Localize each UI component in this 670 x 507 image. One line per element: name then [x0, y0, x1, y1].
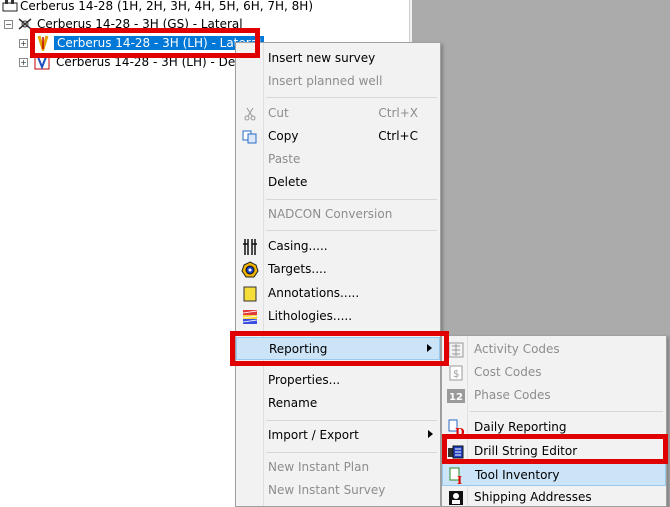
tree-root-node[interactable]: Cerberus 14-28 (1H, 2H, 3H, 4H, 5H, 6H, …	[2, 0, 313, 15]
tree-sibling-node[interactable]: + Cerberus 14-28 - 3H (LH) - Design	[19, 53, 260, 71]
tree-root-label: Cerberus 14-28 (1H, 2H, 3H, 4H, 5H, 6H, …	[20, 0, 314, 13]
tree-selected-label: Cerberus 14-28 - 3H (LH) - Lateral	[54, 36, 265, 50]
menu-new-instant-survey[interactable]: New Instant Survey	[236, 479, 440, 502]
tree-child-label: Cerberus 14-28 - 3H (GS) - Lateral	[37, 17, 243, 31]
svg-text:I: I	[457, 474, 462, 485]
drill-string-icon	[447, 443, 465, 461]
menu-casing[interactable]: Casing.....	[236, 235, 440, 258]
menu-properties[interactable]: Properties...	[236, 369, 440, 392]
menu-paste[interactable]: Paste	[236, 148, 440, 171]
reporting-submenu: Activity Codes $ Cost Codes 12 Phase Cod…	[441, 335, 667, 507]
menu-separator	[266, 230, 437, 231]
shipping-icon	[447, 489, 465, 507]
submenu-arrow-icon	[427, 344, 432, 352]
tree-sibling-label: Cerberus 14-28 - 3H (LH) - Design	[56, 55, 261, 69]
menu-nadcon-conversion[interactable]: NADCON Conversion	[236, 203, 440, 226]
tree-selected-node[interactable]: + Cerberus 14-28 - 3H (LH) - Lateral	[19, 34, 265, 52]
phase-codes-icon: 12	[447, 387, 465, 405]
menu-separator	[266, 333, 437, 334]
submenu-shipping-addresses[interactable]: Shipping Addresses	[442, 486, 666, 507]
menu-targets[interactable]: Targets....	[236, 258, 440, 281]
context-menu: Insert new survey Insert planned well Cu…	[235, 42, 441, 507]
target-icon	[241, 261, 259, 279]
menu-copy[interactable]: Copy Ctrl+C	[236, 125, 440, 148]
expand-icon[interactable]: +	[19, 57, 28, 67]
scissors-icon	[241, 105, 259, 123]
submenu-drill-string-editor[interactable]: Drill String Editor	[442, 440, 666, 463]
submenu-cost-codes[interactable]: $ Cost Codes	[442, 361, 666, 384]
tool-inventory-icon: I	[448, 467, 466, 485]
lateral-well-icon	[18, 18, 32, 30]
menu-lithologies[interactable]: Lithologies.....	[236, 305, 440, 328]
copy-icon	[241, 128, 259, 146]
menu-insert-planned-well[interactable]: Insert planned well	[236, 70, 440, 93]
menu-rename[interactable]: Rename	[236, 392, 440, 415]
tree-child-node[interactable]: − Cerberus 14-28 - 3H (GS) - Lateral	[4, 15, 243, 33]
submenu-arrow-icon	[428, 430, 433, 438]
well-group-icon	[2, 0, 18, 12]
menu-import-export[interactable]: Import / Export	[236, 424, 440, 447]
casing-icon	[241, 238, 259, 256]
menu-separator	[266, 452, 437, 453]
menu-reporting[interactable]: Reporting	[236, 337, 440, 360]
submenu-tool-inventory[interactable]: I Tool Inventory	[442, 463, 666, 486]
submenu-activity-codes[interactable]: Activity Codes	[442, 338, 666, 361]
menu-delete[interactable]: Delete	[236, 171, 440, 194]
menu-new-instant-plan[interactable]: New Instant Plan	[236, 456, 440, 479]
collapse-icon[interactable]: −	[4, 19, 13, 29]
submenu-phase-codes[interactable]: 12 Phase Codes	[442, 384, 666, 407]
menu-cut[interactable]: Cut Ctrl+X	[236, 102, 440, 125]
daily-report-icon: D	[447, 419, 465, 437]
expand-icon[interactable]: +	[19, 38, 28, 48]
design-wellbore-icon	[34, 54, 50, 70]
menu-insert-new-survey[interactable]: Insert new survey	[236, 47, 440, 70]
menu-annotations[interactable]: Annotations.....	[236, 282, 440, 305]
wellbore-icon	[37, 35, 49, 51]
cost-codes-icon: $	[447, 364, 465, 382]
lithology-icon	[241, 308, 259, 326]
svg-text:D: D	[455, 426, 464, 437]
svg-text:12: 12	[449, 392, 463, 403]
menu-separator	[470, 411, 663, 412]
svg-text:$: $	[453, 369, 459, 380]
menu-separator	[266, 365, 437, 366]
menu-separator	[266, 97, 437, 98]
annotation-icon	[241, 285, 259, 303]
activity-codes-icon	[447, 341, 465, 359]
submenu-daily-reporting[interactable]: D Daily Reporting	[442, 416, 666, 439]
menu-separator	[266, 199, 437, 200]
menu-separator	[266, 420, 437, 421]
